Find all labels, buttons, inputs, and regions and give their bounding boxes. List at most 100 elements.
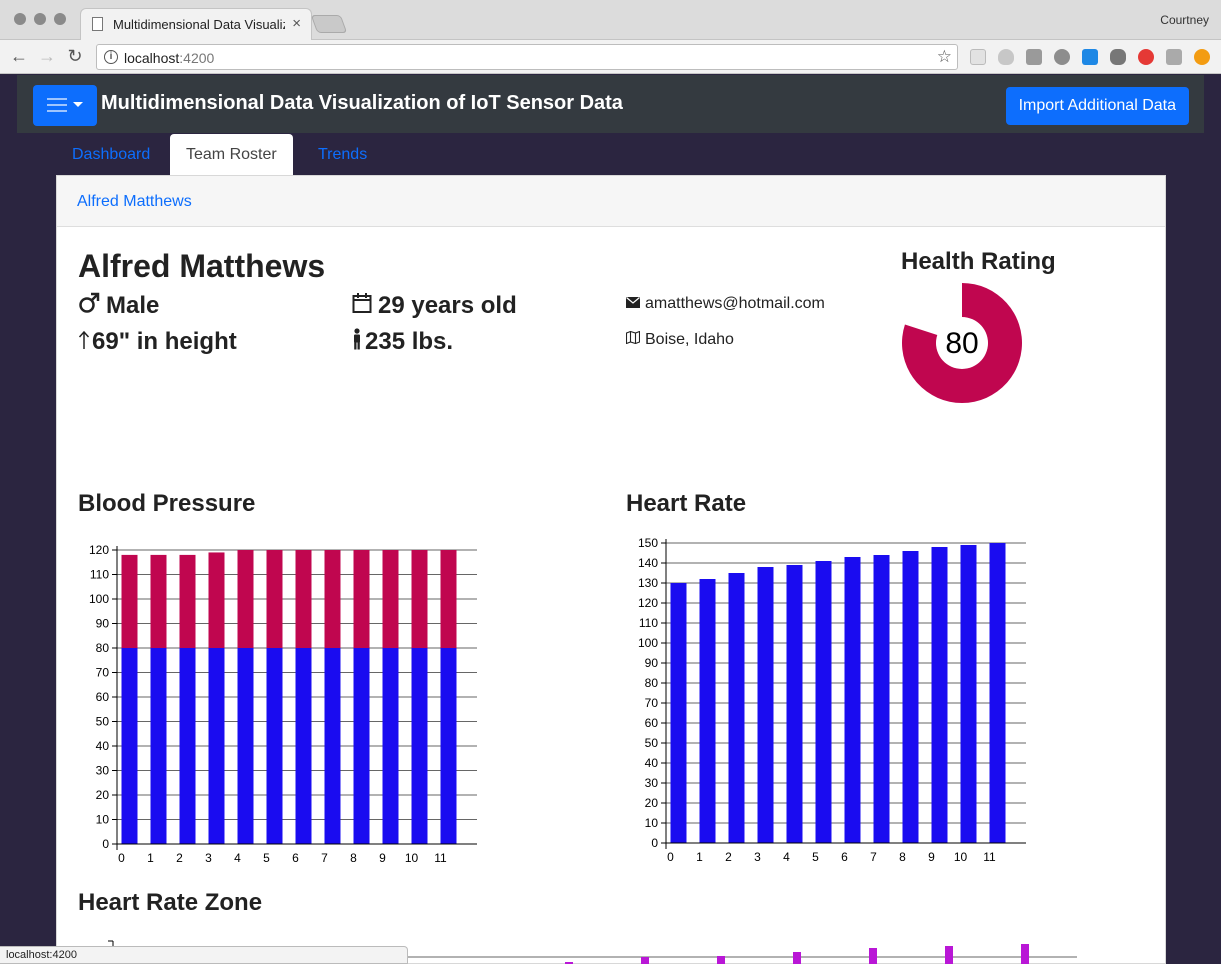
y-tick-label: 10 — [96, 813, 110, 827]
x-tick-label: 3 — [754, 850, 761, 864]
profile-name[interactable]: Courtney — [1160, 13, 1209, 27]
y-tick-label: 50 — [645, 736, 659, 750]
bar — [150, 648, 167, 844]
bar — [699, 579, 716, 843]
bar — [353, 550, 370, 648]
caret-down-icon — [73, 102, 83, 107]
info-icon[interactable]: i — [104, 50, 118, 64]
y-tick-label: 40 — [96, 739, 110, 753]
y-tick-label: 120 — [638, 596, 658, 610]
bar — [266, 648, 283, 844]
y-tick-label: 110 — [639, 616, 658, 630]
y-tick-label: 100 — [638, 636, 658, 650]
cast-icon[interactable] — [1026, 49, 1042, 65]
y-tick-label: 70 — [645, 696, 659, 710]
bar — [931, 547, 948, 843]
card-header: Alfred Matthews — [57, 176, 1165, 227]
close-window-button[interactable] — [14, 13, 26, 25]
page-icon — [92, 17, 103, 31]
alert-icon[interactable] — [1194, 49, 1210, 65]
y-tick-label: 20 — [645, 796, 659, 810]
calendar-icon — [352, 292, 372, 321]
bookmark-star-icon[interactable]: ☆ — [937, 47, 952, 67]
tab-dashboard[interactable]: Dashboard — [56, 134, 166, 176]
x-tick-label: 0 — [667, 850, 674, 864]
heart-rate-zone-title: Heart Rate Zone — [78, 889, 263, 916]
zone-bar — [1021, 944, 1029, 964]
envelope-icon — [626, 295, 640, 313]
address-bar[interactable]: i localhost:4200 ☆ — [96, 44, 958, 70]
zoom-window-button[interactable] — [54, 13, 66, 25]
bar — [786, 565, 803, 843]
x-tick-label: 7 — [321, 851, 328, 865]
tab-close-icon[interactable]: × — [292, 15, 301, 32]
bar — [815, 561, 832, 843]
bar — [873, 555, 890, 843]
x-tick-label: 10 — [954, 850, 968, 864]
health-rating-value: 80 — [945, 327, 978, 360]
x-tick-label: 5 — [263, 851, 270, 865]
bar — [121, 648, 138, 844]
bar — [179, 648, 196, 844]
app-title: Multidimensional Data Visualization of I… — [101, 92, 623, 114]
todoist-icon[interactable] — [1138, 49, 1154, 65]
x-tick-label: 8 — [350, 851, 357, 865]
x-tick-label: 6 — [841, 850, 848, 864]
browser-tab[interactable]: Multidimensional Data Visualiz × — [80, 8, 312, 40]
tab-trends[interactable]: Trends — [302, 134, 383, 176]
bar — [382, 648, 399, 844]
bar — [670, 583, 687, 843]
y-tick-label: 0 — [651, 836, 658, 850]
blood-pressure-chart: 0 10 20 30 40 50 60 70 80 90 100 110 120 0 1 2 3 4 5 6 7 8 9 10… — [89, 543, 477, 865]
new-tab-button[interactable] — [310, 15, 348, 33]
extension-icon[interactable] — [970, 49, 986, 65]
breadcrumb[interactable]: Alfred Matthews — [77, 193, 192, 211]
x-tick-label: 1 — [696, 850, 703, 864]
x-tick-label: 0 — [118, 851, 125, 865]
zone-bar — [641, 957, 649, 964]
browser-tab-title: Multidimensional Data Visualiz — [113, 17, 285, 32]
tab-team-roster[interactable]: Team Roster — [170, 134, 293, 176]
x-tick-label: 3 — [205, 851, 212, 865]
male-icon — [78, 292, 100, 321]
height-stat: 69" in height — [78, 328, 237, 357]
gender-value: Male — [106, 292, 160, 319]
extension-icon[interactable] — [1054, 49, 1070, 65]
menu-dropdown-button[interactable] — [33, 85, 97, 126]
y-tick-label: 110 — [90, 568, 109, 582]
app-navbar: Multidimensional Data Visualization of I… — [17, 75, 1204, 133]
bar — [989, 543, 1006, 843]
import-additional-data-button[interactable]: Import Additional Data — [1005, 87, 1189, 125]
bar — [353, 648, 370, 844]
health-rating-donut: 80 — [902, 283, 1022, 403]
y-tick-label: 130 — [638, 576, 658, 590]
health-rating-title: Health Rating — [901, 248, 1056, 275]
x-tick-label: 9 — [928, 850, 935, 864]
reload-icon[interactable]: ↻ — [64, 46, 86, 67]
bar — [208, 552, 225, 648]
back-icon[interactable]: ← — [8, 46, 30, 67]
weight-stat: 235 lbs. — [352, 328, 453, 357]
bar — [266, 550, 283, 648]
shield-icon[interactable] — [998, 49, 1014, 65]
x-tick-label: 2 — [176, 851, 183, 865]
bar — [295, 550, 312, 648]
heart-rate-title: Heart Rate — [626, 490, 747, 517]
minimize-window-button[interactable] — [34, 13, 46, 25]
email-value: amatthews@hotmail.com — [645, 295, 825, 313]
forward-icon[interactable]: → — [36, 46, 58, 67]
location-contact: Boise, Idaho — [625, 330, 734, 349]
x-tick-label: 11 — [434, 851, 447, 865]
skype-icon[interactable] — [1082, 49, 1098, 65]
gender-stat: Male — [78, 292, 159, 321]
heart-rate-chart: 0 10 20 30 40 50 60 70 80 90 100 110 120 130 140 150 0 1 2… — [638, 536, 1026, 864]
bar — [757, 567, 774, 843]
x-tick-label: 1 — [147, 851, 154, 865]
ublock-icon[interactable] — [1110, 49, 1126, 65]
x-tick-label: 6 — [292, 851, 299, 865]
x-tick-label: 4 — [783, 850, 790, 864]
location-value: Boise, Idaho — [645, 331, 734, 349]
zone-bar — [717, 956, 725, 964]
y-tick-label: 100 — [89, 592, 109, 606]
mute-tab-icon[interactable] — [1166, 49, 1182, 65]
